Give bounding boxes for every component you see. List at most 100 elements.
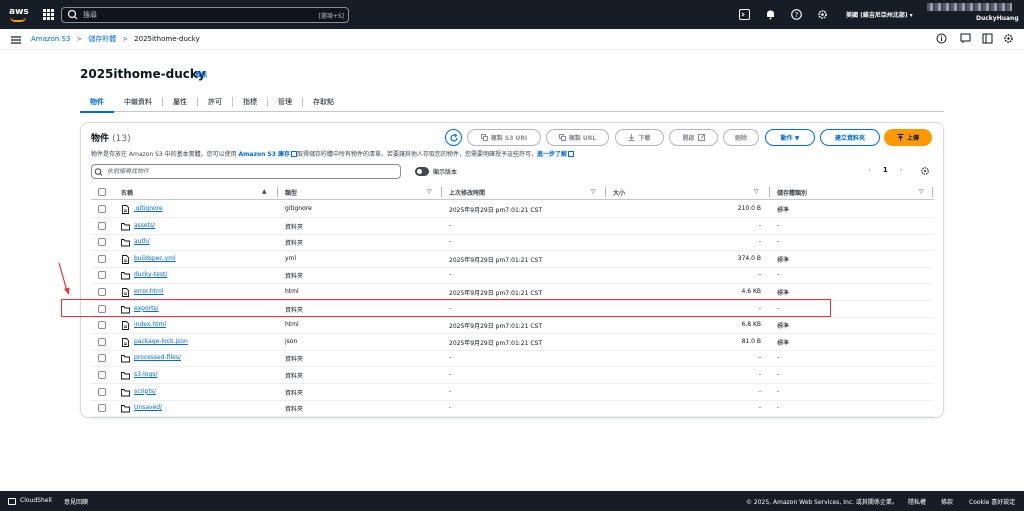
cloudshell-link[interactable]: CloudShell bbox=[20, 497, 52, 504]
select-all-checkbox[interactable] bbox=[98, 188, 106, 196]
feedback-icon[interactable] bbox=[960, 33, 971, 44]
sort-icon[interactable]: ▽ bbox=[591, 188, 596, 195]
download-label: 下載 bbox=[638, 135, 651, 142]
object-last-modified: - bbox=[449, 404, 452, 412]
object-name-link[interactable]: index.html bbox=[134, 321, 166, 328]
object-name-link[interactable]: assets/ bbox=[134, 222, 155, 229]
object-storage-class: 標準 bbox=[777, 256, 790, 264]
column-header-name[interactable]: 名稱 bbox=[121, 188, 133, 197]
settings-gear-icon[interactable] bbox=[1003, 33, 1014, 44]
tab-metadata[interactable]: 中繼資料 bbox=[114, 92, 162, 112]
sort-icon[interactable]: ▽ bbox=[754, 188, 759, 195]
services-grid-icon[interactable] bbox=[43, 9, 54, 20]
show-versions-toggle[interactable] bbox=[415, 167, 429, 176]
sort-icon[interactable]: ▽ bbox=[919, 188, 924, 195]
row-checkbox[interactable] bbox=[98, 321, 106, 330]
column-header-storage-class[interactable]: 儲存體類別 bbox=[777, 188, 807, 197]
tab-objects[interactable]: 物件 bbox=[80, 92, 114, 113]
panel-toggle-icon[interactable] bbox=[982, 33, 993, 44]
row-checkbox[interactable] bbox=[98, 404, 106, 413]
copy-url-button[interactable]: 複製 URL bbox=[546, 129, 609, 146]
object-name-link[interactable]: ducky-test/ bbox=[134, 271, 167, 278]
object-name-link[interactable]: auth/ bbox=[134, 238, 150, 245]
account-username[interactable]: DuckyHuang bbox=[976, 15, 1019, 22]
column-header-modified[interactable]: 上次修改時間 bbox=[449, 188, 485, 197]
object-name-link[interactable]: buildspec.yml bbox=[134, 255, 176, 262]
aws-logo[interactable]: aws bbox=[9, 8, 29, 22]
refresh-button[interactable] bbox=[445, 129, 462, 146]
row-checkbox[interactable] bbox=[98, 337, 106, 346]
object-storage-class: 標準 bbox=[777, 323, 790, 331]
object-size: 4.6 KB bbox=[741, 288, 762, 295]
feedback-link[interactable]: 意見回饋 bbox=[64, 497, 88, 506]
open-button[interactable]: 開啟 bbox=[669, 129, 718, 146]
breadcrumb-item-s3[interactable]: Amazon S3 bbox=[31, 35, 70, 43]
actions-dropdown-button[interactable]: 動作 ▼ bbox=[765, 129, 815, 146]
object-name-link[interactable]: s3-logs/ bbox=[134, 371, 157, 378]
table-settings-gear-icon[interactable] bbox=[920, 166, 930, 176]
global-search[interactable]: [選項+S] bbox=[61, 7, 349, 23]
cloudshell-icon[interactable] bbox=[8, 498, 16, 505]
settings-gear-icon[interactable] bbox=[817, 9, 828, 20]
info-circle-icon[interactable] bbox=[936, 33, 947, 44]
object-last-modified: - bbox=[449, 387, 452, 395]
cookie-preferences-link[interactable]: Cookie 喜好設定 bbox=[969, 497, 1015, 506]
object-type: html bbox=[285, 321, 299, 329]
help-icon[interactable]: ? bbox=[791, 9, 802, 20]
object-type: 資料夾 bbox=[285, 223, 304, 231]
copy-icon bbox=[558, 134, 566, 141]
cloudshell-icon[interactable] bbox=[739, 9, 750, 20]
learn-more-link[interactable]: 進一步了解 bbox=[537, 151, 567, 158]
object-last-modified: - bbox=[449, 354, 452, 362]
info-link[interactable]: 資訊 bbox=[195, 70, 207, 79]
object-name-link[interactable]: package-lock.json bbox=[134, 338, 188, 345]
hamburger-menu-icon[interactable] bbox=[11, 36, 21, 44]
column-header-size[interactable]: 大小 bbox=[613, 188, 625, 197]
privacy-link[interactable]: 隱私權 bbox=[908, 497, 926, 506]
next-page-icon[interactable]: › bbox=[900, 166, 903, 174]
copy-s3-uri-button[interactable]: 複製 S3 URI bbox=[467, 129, 541, 146]
delete-button[interactable]: 刪除 bbox=[723, 129, 759, 146]
tab-permissions[interactable]: 許可 bbox=[198, 92, 232, 112]
sort-icon[interactable]: ▽ bbox=[427, 188, 432, 195]
prefix-filter[interactable] bbox=[91, 164, 401, 179]
object-name-link[interactable]: .gitignore bbox=[134, 205, 163, 212]
search-input[interactable] bbox=[81, 11, 319, 19]
breadcrumb-item-buckets[interactable]: 儲存貯體 bbox=[88, 34, 116, 44]
delete-label: 刪除 bbox=[734, 135, 747, 142]
row-checkbox[interactable] bbox=[98, 354, 106, 363]
row-checkbox[interactable] bbox=[98, 387, 106, 396]
object-name-link[interactable]: scripts/ bbox=[134, 388, 156, 395]
row-checkbox[interactable] bbox=[98, 288, 106, 296]
tab-management[interactable]: 管理 bbox=[268, 92, 302, 112]
create-folder-button[interactable]: 建立資料夾 bbox=[820, 129, 880, 146]
download-button[interactable]: 下載 bbox=[615, 129, 664, 146]
sort-ascending-icon[interactable]: ▲ bbox=[262, 188, 267, 195]
page-number[interactable]: 1 bbox=[883, 166, 888, 174]
row-checkbox[interactable] bbox=[98, 271, 106, 280]
prefix-filter-input[interactable] bbox=[104, 168, 400, 175]
row-checkbox[interactable] bbox=[98, 221, 106, 230]
column-header-type[interactable]: 類型 bbox=[285, 188, 297, 197]
tab-properties[interactable]: 屬性 bbox=[163, 92, 197, 112]
notifications-bell-icon[interactable] bbox=[765, 9, 776, 20]
tab-metrics[interactable]: 指標 bbox=[233, 92, 267, 112]
object-name-link[interactable]: processed-files/ bbox=[134, 354, 181, 361]
table-header: 名稱 ▲ 類型 ▽ 上次修改時間 ▽ 大小 ▽ 儲存體類別 ▽ bbox=[91, 185, 934, 200]
region-selector[interactable]: 美國 (維吉尼亞州北部) ▾ bbox=[846, 10, 913, 19]
terms-link[interactable]: 條款 bbox=[941, 497, 953, 506]
table-row: ducky-test/資料夾 - - - bbox=[91, 267, 934, 285]
row-checkbox[interactable] bbox=[98, 371, 106, 379]
row-checkbox[interactable] bbox=[98, 205, 106, 213]
inventory-link[interactable]: Amazon S3 庫存 bbox=[239, 151, 291, 158]
prev-page-icon[interactable]: ‹ bbox=[868, 166, 871, 174]
row-checkbox[interactable] bbox=[98, 254, 106, 263]
object-type: 資料夾 bbox=[285, 240, 304, 248]
object-name-link[interactable]: Unsaved/ bbox=[134, 404, 162, 411]
object-name-link[interactable]: error.html bbox=[134, 288, 164, 295]
objects-description: 物件是存放在 Amazon S3 中的基本實體。您可以使用 Amazon S3 … bbox=[91, 149, 575, 158]
tab-access-points[interactable]: 存取點 bbox=[303, 92, 344, 112]
copy-url-label: 複製 URL bbox=[568, 135, 597, 142]
row-checkbox[interactable] bbox=[98, 238, 106, 247]
upload-button[interactable]: 上傳 bbox=[884, 129, 932, 146]
